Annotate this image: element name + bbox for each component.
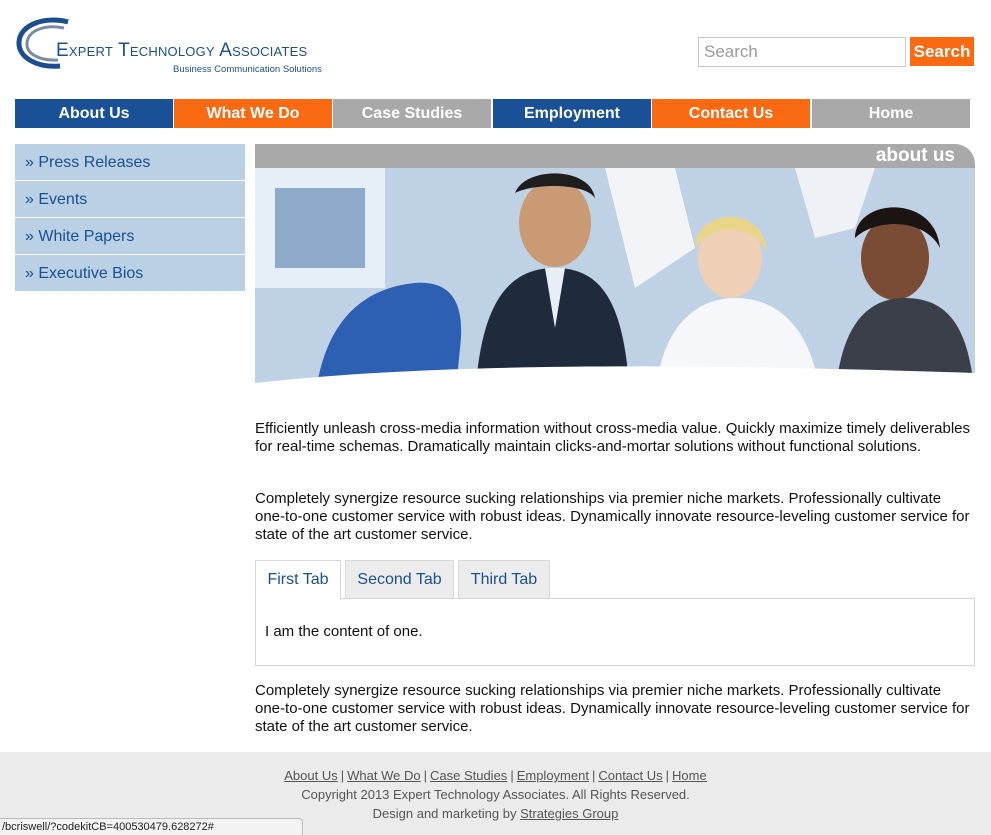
- nav-home[interactable]: Home: [812, 99, 970, 128]
- footer-link-home[interactable]: Home: [672, 768, 707, 783]
- footer-credit-prefix: Design and marketing by: [372, 806, 517, 821]
- footer-copyright: Copyright 2013 Expert Technology Associa…: [301, 787, 690, 802]
- tab-panel: I am the content of one.: [255, 598, 975, 666]
- nav-contact-us[interactable]: Contact Us: [652, 99, 810, 128]
- footer-separator: |: [423, 768, 427, 783]
- sidebar-item-press-releases[interactable]: » Press Releases: [15, 144, 245, 181]
- sidebar: » Press Releases » Events » White Papers…: [15, 144, 245, 292]
- footer-separator: |: [591, 768, 596, 783]
- footer-separator: |: [510, 768, 514, 783]
- tab-third[interactable]: Third Tab: [458, 560, 550, 599]
- footer-link-about-us[interactable]: About Us: [284, 768, 337, 783]
- footer-link-case-studies[interactable]: Case Studies: [430, 768, 507, 783]
- search-input[interactable]: [698, 37, 906, 67]
- hero-image: [255, 168, 975, 399]
- footer-link-contact-us[interactable]: Contact Us: [598, 768, 662, 783]
- footer-link-employment[interactable]: Employment: [517, 768, 589, 783]
- sidebar-item-events[interactable]: » Events: [15, 181, 245, 218]
- nav-case-studies[interactable]: Case Studies: [333, 99, 491, 128]
- section-title: about us: [255, 144, 975, 168]
- main-nav: About Us What We Do Case Studies Employm…: [15, 99, 970, 129]
- nav-about-us[interactable]: About Us: [15, 99, 173, 128]
- intro-paragraph-1: Efficiently unleash cross-media informat…: [255, 420, 970, 455]
- logo-subtitle: Business Communication Solutions: [173, 64, 322, 75]
- nav-employment[interactable]: Employment: [493, 99, 651, 128]
- sidebar-item-executive-bios[interactable]: » Executive Bios: [15, 255, 245, 292]
- main-content: about us Efficiently unleash cross-media…: [255, 144, 975, 735]
- logo-title: Expert Technology Associates: [56, 40, 308, 61]
- footer-credit-link[interactable]: Strategies Group: [520, 806, 618, 821]
- nav-what-we-do[interactable]: What We Do: [174, 99, 332, 128]
- intro-paragraph-2: Completely synergize resource sucking re…: [255, 490, 970, 543]
- tab-second[interactable]: Second Tab: [345, 560, 454, 599]
- footer-separator: |: [665, 768, 670, 783]
- business-meeting-photo: [255, 168, 975, 399]
- browser-status-bar: /bcriswell/?codekitCB=400530479.628272#: [0, 818, 303, 835]
- closing-paragraph: Completely synergize resource sucking re…: [255, 682, 970, 735]
- tab-first[interactable]: First Tab: [255, 560, 341, 600]
- site-logo[interactable]: Expert Technology Associates Business Co…: [16, 14, 346, 76]
- footer-links: About Us | What We Do | Case Studies | Employm…: [0, 768, 991, 783]
- search-button[interactable]: Search: [910, 37, 974, 66]
- footer-link-what-we-do[interactable]: What We Do: [347, 768, 420, 783]
- tab-bar: First Tab Second Tab Third Tab: [255, 560, 975, 600]
- sidebar-item-white-papers[interactable]: » White Papers: [15, 218, 245, 255]
- footer-separator: |: [340, 768, 345, 783]
